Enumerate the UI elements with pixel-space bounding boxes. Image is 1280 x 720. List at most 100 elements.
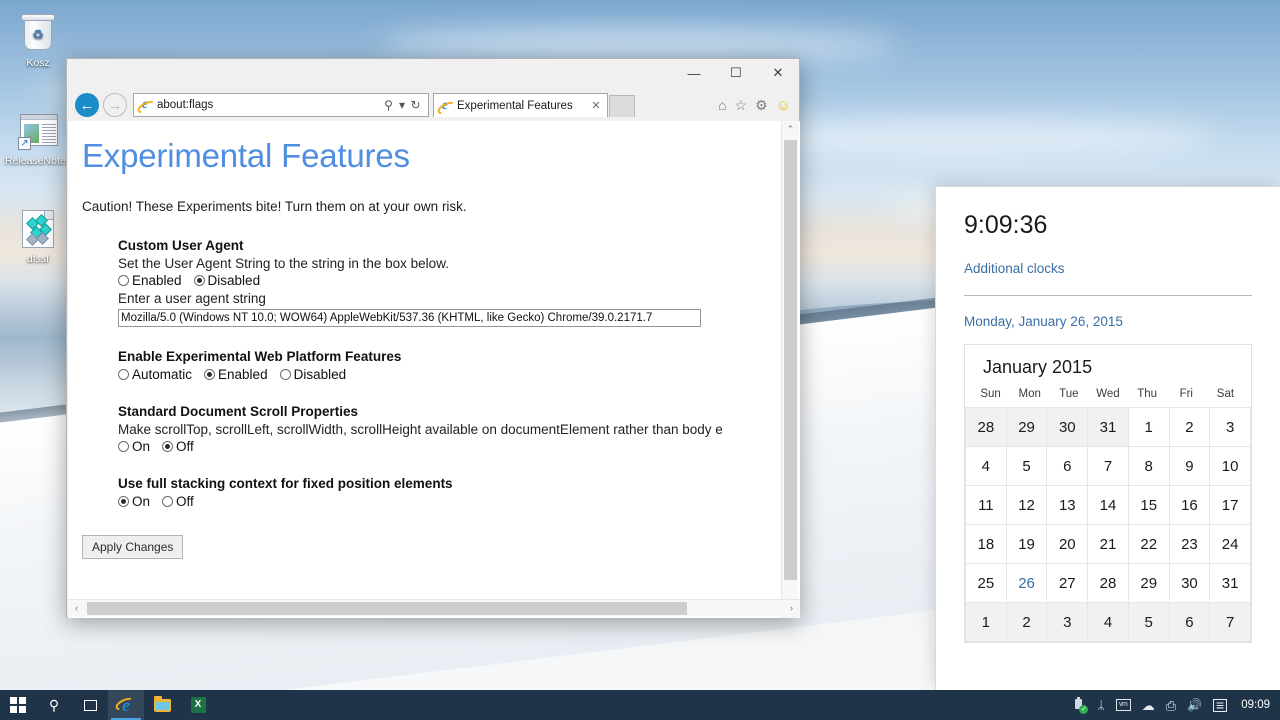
address-input[interactable]: about:flags — [157, 99, 380, 111]
radio-icon[interactable] — [193, 275, 205, 286]
current-date-link[interactable]: Monday, January 26, 2015 — [964, 314, 1252, 329]
additional-clocks-link[interactable]: Additional clocks — [964, 261, 1065, 276]
horizontal-scrollbar[interactable]: ‹ › — [68, 599, 800, 617]
calendar-day-8[interactable]: 8 — [1128, 447, 1170, 486]
radio-option-enabled[interactable]: Enabled — [118, 273, 182, 288]
calendar-day-12[interactable]: 12 — [1006, 486, 1048, 525]
calendar-day-1[interactable]: 1 — [966, 603, 1007, 642]
desktop-icon-release-notes[interactable]: ↗ ReleaseNotes — [4, 108, 72, 167]
calendar-day-19[interactable]: 19 — [1006, 525, 1048, 564]
start-button[interactable] — [0, 690, 36, 720]
calendar-day-23[interactable]: 23 — [1169, 525, 1211, 564]
radio-icon[interactable] — [118, 275, 129, 286]
feedback-smiley-icon[interactable]: ☺ — [776, 98, 791, 113]
maximize-button[interactable]: ☐ — [715, 59, 757, 87]
calendar-month-label[interactable]: January 2015 — [965, 357, 1251, 388]
calendar-day-21[interactable]: 21 — [1088, 525, 1129, 564]
home-icon[interactable]: ⌂ — [718, 98, 726, 112]
calendar-day-13[interactable]: 13 — [1047, 486, 1089, 525]
refresh-icon[interactable]: ↻ — [407, 98, 424, 112]
calendar-day-2[interactable]: 2 — [1169, 408, 1211, 447]
radio-icon[interactable] — [162, 496, 174, 507]
calendar-day-18[interactable]: 18 — [966, 525, 1007, 564]
radio-icon[interactable] — [118, 496, 129, 507]
address-bar[interactable]: e about:flags ⚲ ▾ ↻ — [133, 93, 429, 117]
radio-option-off[interactable]: Off — [162, 494, 194, 509]
vertical-scrollbar-thumb[interactable] — [784, 140, 797, 580]
window-titlebar[interactable]: — ☐ ✕ — [67, 59, 799, 89]
desktop-icon-dfssf[interactable]: dfssf — [4, 206, 72, 265]
calendar-day-22[interactable]: 22 — [1128, 525, 1170, 564]
calendar-day-20[interactable]: 20 — [1047, 525, 1089, 564]
scroll-up-arrow-icon[interactable]: ⌃ — [782, 121, 799, 138]
calendar-day-1[interactable]: 1 — [1128, 408, 1170, 447]
calendar-day-29[interactable]: 29 — [1006, 408, 1048, 447]
calendar-day-7[interactable]: 7 — [1088, 447, 1129, 486]
network-icon[interactable]: ⎙ — [1166, 699, 1176, 712]
user-agent-input[interactable] — [118, 309, 701, 327]
vm-icon[interactable]: vm — [1115, 699, 1131, 711]
desktop-icon-recycle-bin[interactable]: ♻ Kosz — [4, 10, 72, 69]
radio-icon[interactable] — [118, 369, 129, 380]
calendar-day-3[interactable]: 3 — [1047, 603, 1089, 642]
calendar-day-14[interactable]: 14 — [1088, 486, 1129, 525]
tab-experimental-features[interactable]: e Experimental Features ✕ — [433, 93, 608, 117]
radio-option-off[interactable]: Off — [162, 439, 194, 454]
task-view-button[interactable] — [72, 690, 108, 720]
calendar-day-27[interactable]: 27 — [1047, 564, 1089, 603]
close-button[interactable]: ✕ — [757, 59, 799, 87]
radio-option-automatic[interactable]: Automatic — [118, 367, 192, 382]
calendar-day-5[interactable]: 5 — [1006, 447, 1048, 486]
forward-button[interactable]: → — [103, 93, 127, 117]
horizontal-scrollbar-thumb[interactable] — [87, 602, 687, 615]
taskbar-excel[interactable]: X — [180, 690, 216, 720]
calendar-day-26[interactable]: 26 — [1006, 564, 1048, 603]
calendar-day-5[interactable]: 5 — [1128, 603, 1170, 642]
calendar-day-25[interactable]: 25 — [966, 564, 1007, 603]
action-center-icon[interactable]: ≡ — [1213, 698, 1228, 712]
calendar-day-4[interactable]: 4 — [1088, 603, 1129, 642]
radio-option-on[interactable]: On — [118, 439, 150, 454]
radio-icon[interactable] — [204, 369, 216, 380]
apply-changes-button[interactable]: Apply Changes — [82, 535, 184, 559]
calendar-day-4[interactable]: 4 — [966, 447, 1007, 486]
calendar-day-29[interactable]: 29 — [1128, 564, 1170, 603]
taskbar-search-button[interactable]: ⚲ — [36, 690, 72, 720]
calendar-day-30[interactable]: 30 — [1047, 408, 1089, 447]
tab-close-icon[interactable]: ✕ — [589, 99, 603, 112]
scroll-right-arrow-icon[interactable]: › — [783, 599, 800, 617]
vertical-scrollbar[interactable]: ⌃ ⌄ — [781, 121, 799, 618]
chevron-down-icon[interactable]: ▾ — [397, 98, 407, 112]
radio-icon[interactable] — [118, 441, 129, 452]
calendar-day-28[interactable]: 28 — [966, 408, 1007, 447]
minimize-button[interactable]: — — [673, 59, 715, 87]
calendar-day-7[interactable]: 7 — [1210, 603, 1251, 642]
calendar-day-6[interactable]: 6 — [1047, 447, 1089, 486]
radio-option-disabled[interactable]: Disabled — [279, 367, 346, 382]
calendar-day-30[interactable]: 30 — [1169, 564, 1211, 603]
radio-option-disabled[interactable]: Disabled — [193, 273, 260, 288]
back-button[interactable]: ← — [75, 93, 99, 117]
tools-gear-icon[interactable]: ⚙ — [755, 98, 768, 112]
radio-option-enabled[interactable]: Enabled — [204, 367, 268, 382]
usb-safely-remove-icon[interactable]: ✓ — [1072, 697, 1089, 714]
taskbar-file-explorer[interactable] — [144, 690, 180, 720]
taskbar-internet-explorer[interactable]: e — [108, 690, 144, 720]
calendar-day-24[interactable]: 24 — [1210, 525, 1251, 564]
search-icon[interactable]: ⚲ — [380, 98, 397, 112]
calendar-day-31[interactable]: 31 — [1210, 564, 1251, 603]
calendar-day-16[interactable]: 16 — [1169, 486, 1211, 525]
calendar-day-2[interactable]: 2 — [1006, 603, 1048, 642]
onedrive-cloud-icon[interactable]: ☁ — [1142, 699, 1155, 712]
calendar-day-10[interactable]: 10 — [1210, 447, 1251, 486]
bluetooth-icon[interactable]: ᛦ — [1097, 699, 1104, 711]
calendar-day-15[interactable]: 15 — [1128, 486, 1170, 525]
volume-icon[interactable]: 🔊 — [1187, 699, 1202, 711]
taskbar-clock[interactable]: 09:09 — [1241, 699, 1270, 711]
calendar-day-9[interactable]: 9 — [1169, 447, 1211, 486]
calendar-day-11[interactable]: 11 — [966, 486, 1007, 525]
calendar-day-6[interactable]: 6 — [1169, 603, 1211, 642]
radio-option-on[interactable]: On — [118, 494, 150, 509]
scroll-left-arrow-icon[interactable]: ‹ — [68, 599, 85, 617]
calendar-day-28[interactable]: 28 — [1088, 564, 1129, 603]
